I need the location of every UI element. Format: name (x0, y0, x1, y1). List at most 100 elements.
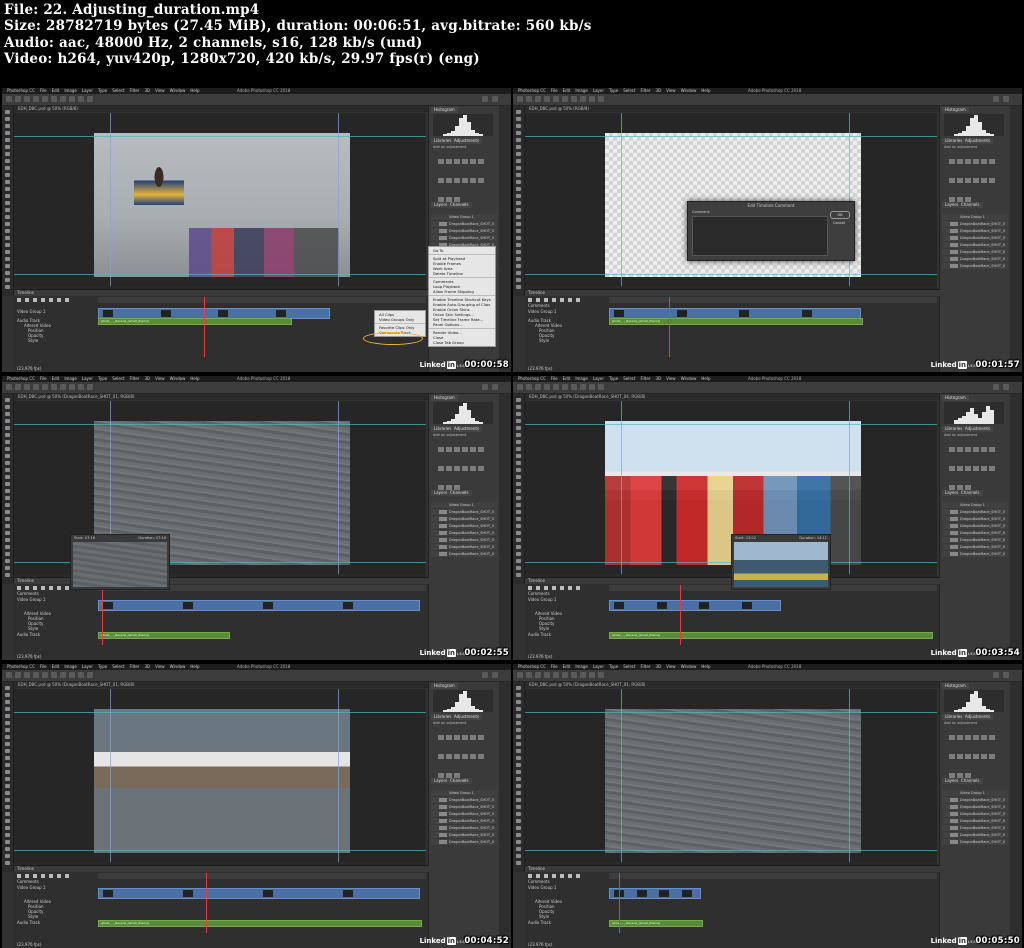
layer-group[interactable]: Video Group 1 (942, 502, 1008, 508)
search-icon[interactable] (482, 96, 488, 102)
option-button[interactable] (87, 96, 93, 102)
tool-icon[interactable] (5, 159, 10, 163)
tool-icon[interactable] (5, 791, 10, 795)
tool-icon[interactable] (5, 475, 10, 479)
menu-item[interactable]: View (666, 376, 676, 381)
playhead[interactable] (204, 297, 205, 357)
playhead[interactable] (669, 297, 670, 357)
menu-item[interactable]: Help (190, 664, 199, 669)
option-button[interactable] (589, 672, 595, 678)
tool-icon[interactable] (5, 145, 10, 149)
tab-histogram[interactable]: Histogram (431, 683, 458, 689)
comment-textarea[interactable] (692, 216, 828, 256)
menu-item[interactable]: Layer (593, 376, 604, 381)
tool-icon[interactable] (5, 798, 10, 802)
menu-item[interactable]: Photoshop CC (518, 664, 546, 669)
tool-icon[interactable] (5, 510, 10, 514)
option-button[interactable] (553, 96, 559, 102)
tool-icon[interactable] (516, 447, 521, 451)
option-button[interactable] (78, 672, 84, 678)
adjustment-icon[interactable] (949, 754, 955, 759)
tool-icon[interactable] (5, 264, 10, 268)
adjustment-icon[interactable] (454, 447, 460, 452)
tool-icon[interactable] (516, 566, 521, 570)
layer-row[interactable]: DragonBoatRace_SHOT_0 (431, 804, 497, 810)
audio-clip[interactable]: ghost_..._Ravens_(small_theme) (98, 318, 292, 325)
adjustment-icon[interactable] (965, 735, 971, 740)
tool-icon[interactable] (516, 728, 521, 732)
adjustment-icon[interactable] (965, 466, 971, 471)
playhead[interactable] (619, 873, 620, 933)
option-button[interactable] (535, 384, 541, 390)
menu-item[interactable]: Edit (563, 376, 571, 381)
option-button[interactable] (571, 384, 577, 390)
context-menu-item[interactable]: Allow Frame Skipping (429, 289, 495, 294)
adjustment-icon[interactable] (989, 754, 995, 759)
option-button[interactable] (51, 96, 57, 102)
audio-icon[interactable] (560, 586, 564, 590)
adjustment-icon[interactable] (973, 754, 979, 759)
option-button[interactable] (580, 96, 586, 102)
adjustment-icon[interactable] (965, 159, 971, 164)
first-frame-icon[interactable] (528, 874, 532, 878)
tool-icon[interactable] (5, 573, 10, 577)
menu-item[interactable]: Window (681, 376, 697, 381)
tool-icon[interactable] (516, 805, 521, 809)
adjustment-icon[interactable] (957, 735, 963, 740)
adjustment-icon[interactable] (454, 735, 460, 740)
tool-icon[interactable] (5, 440, 10, 444)
adjustment-icon[interactable] (965, 447, 971, 452)
option-button[interactable] (535, 672, 541, 678)
tool-icon[interactable] (516, 278, 521, 282)
tool-icon[interactable] (5, 861, 10, 865)
tool-icon[interactable] (516, 784, 521, 788)
layer-row[interactable]: DragonBoatRace_SHOT_0 (942, 825, 1008, 831)
option-button[interactable] (60, 96, 66, 102)
layer-row[interactable]: DragonBoatRace_SHOT_0 (942, 516, 1008, 522)
layer-row[interactable]: DragonBoatRace_SHOT_0 (942, 839, 1008, 845)
tool-icon[interactable] (5, 412, 10, 416)
settings-icon[interactable] (568, 298, 572, 302)
tab-channels[interactable]: Channels (958, 490, 983, 496)
prev-frame-icon[interactable] (536, 298, 540, 302)
next-frame-icon[interactable] (41, 874, 45, 878)
menu-item[interactable]: Select (112, 88, 124, 93)
adjustment-icon[interactable] (470, 178, 476, 183)
menu-item[interactable]: File (40, 376, 47, 381)
tool-icon[interactable] (516, 152, 521, 156)
tool-icon[interactable] (516, 271, 521, 275)
option-button[interactable] (589, 384, 595, 390)
search-icon[interactable] (482, 672, 488, 678)
split-icon[interactable] (65, 586, 69, 590)
adjustment-icon[interactable] (438, 159, 444, 164)
settings-icon[interactable] (57, 586, 61, 590)
adjustment-icon[interactable] (454, 466, 460, 471)
play-icon[interactable] (33, 586, 37, 590)
split-icon[interactable] (65, 298, 69, 302)
tool-icon[interactable] (5, 559, 10, 563)
adjustment-icon[interactable] (981, 735, 987, 740)
first-frame-icon[interactable] (528, 586, 532, 590)
tool-icon[interactable] (516, 243, 521, 247)
tool-icon[interactable] (516, 433, 521, 437)
layer-row[interactable]: DragonBoatRace_SHOT_0 (942, 256, 1008, 262)
layer-row[interactable]: DragonBoatRace_SHOT_0 (431, 530, 497, 536)
adjustment-icon[interactable] (478, 178, 484, 183)
menu-item[interactable]: Window (170, 376, 186, 381)
play-icon[interactable] (33, 874, 37, 878)
time-ruler[interactable] (609, 873, 937, 879)
adjustment-icon[interactable] (454, 754, 460, 759)
option-button[interactable] (544, 96, 550, 102)
tool-icon[interactable] (5, 426, 10, 430)
tool-icon[interactable] (516, 742, 521, 746)
menu-item[interactable]: Filter (641, 88, 651, 93)
tool-icon[interactable] (516, 264, 521, 268)
tool-icon[interactable] (5, 461, 10, 465)
tool-icon[interactable] (5, 763, 10, 767)
document-tab[interactable]: EDH_DBC.psd @ 50% (RGB/8) (525, 106, 941, 112)
tab-channels[interactable]: Channels (958, 202, 983, 208)
option-button[interactable] (78, 384, 84, 390)
option-button[interactable] (33, 384, 39, 390)
option-button[interactable] (51, 384, 57, 390)
menu-item[interactable]: Help (190, 88, 199, 93)
